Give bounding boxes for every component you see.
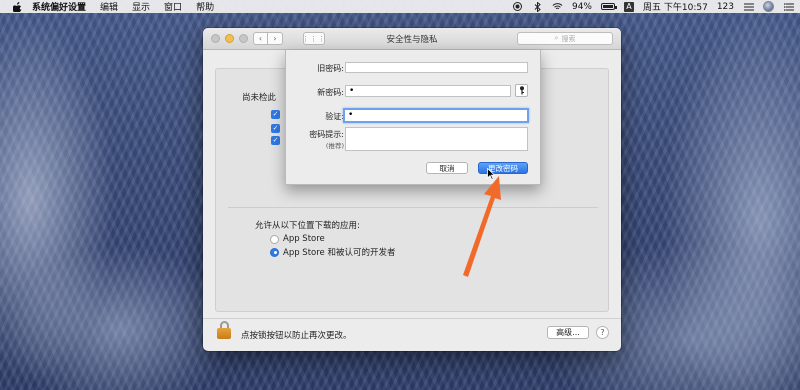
search-placeholder: 搜索: [561, 34, 576, 43]
checkbox-1[interactable]: ✓: [271, 110, 280, 119]
help-button[interactable]: ?: [596, 326, 609, 339]
search-input[interactable]: ⌕ 搜索: [517, 32, 613, 45]
verify-label: 验证:: [325, 112, 344, 121]
checkbox-3[interactable]: ✓: [271, 136, 280, 145]
old-password-field[interactable]: [345, 62, 528, 73]
password-hint-label: 密码提示:: [309, 130, 344, 139]
section-divider: [228, 207, 598, 208]
wifi-icon[interactable]: [552, 1, 563, 12]
change-password-button[interactable]: 更改密码: [478, 162, 528, 174]
advanced-button[interactable]: 高级...: [547, 326, 589, 339]
menu-view[interactable]: 显示: [132, 0, 150, 13]
input-source-icon[interactable]: A: [624, 1, 634, 12]
new-password-label: 新密码:: [317, 88, 344, 97]
radio-button-selected[interactable]: [270, 247, 279, 257]
window-titlebar: ‹ › ⋮⋮⋮ 安全性与隐私 ⌕ 搜索: [203, 28, 621, 50]
menu-help[interactable]: 帮助: [196, 0, 214, 13]
lock-instructions: 点按锁按钮以防止再次更改。: [241, 331, 352, 341]
radio-button[interactable]: [270, 234, 279, 244]
notification-center-icon[interactable]: [783, 1, 794, 12]
search-icon: ⌕: [554, 34, 559, 42]
radio-app-store-identified[interactable]: App Store 和被认可的开发者: [270, 246, 395, 258]
avatar[interactable]: [763, 1, 774, 12]
change-password-sheet: 旧密码: 新密码: • 验证: • 密码提示: (推荐) 取消 更改密码: [285, 50, 541, 185]
menu-extra-123[interactable]: 123: [717, 2, 734, 12]
footer-divider: [203, 318, 621, 319]
list-icon[interactable]: [743, 1, 754, 12]
battery-percent: 94%: [571, 1, 592, 12]
cancel-button[interactable]: 取消: [426, 162, 468, 174]
verify-field[interactable]: •: [343, 108, 529, 123]
menu-clock[interactable]: 周五 下午10:57: [643, 0, 708, 13]
menu-app-name[interactable]: 系统偏好设置: [32, 0, 86, 13]
partial-label: 尚未检此: [242, 93, 277, 103]
radio-label: App Store 和被认可的开发者: [283, 248, 396, 258]
radio-app-store[interactable]: App Store: [270, 234, 325, 244]
key-icon[interactable]: [515, 84, 528, 97]
apple-menu-icon[interactable]: [12, 1, 22, 12]
hint-recommended-label: (推荐): [325, 142, 344, 150]
record-icon[interactable]: [512, 1, 523, 12]
menu-edit[interactable]: 编辑: [100, 0, 118, 13]
checkbox-2[interactable]: ✓: [271, 124, 280, 133]
new-password-field[interactable]: •: [345, 85, 511, 97]
radio-label: App Store: [283, 234, 325, 244]
mouse-cursor-icon: [487, 168, 495, 180]
battery-icon[interactable]: [601, 3, 617, 10]
lock-icon[interactable]: [217, 321, 231, 339]
old-password-label: 旧密码:: [317, 64, 344, 73]
password-hint-field[interactable]: [345, 127, 528, 151]
allow-apps-label: 允许从以下位置下载的应用:: [255, 221, 360, 231]
menu-bar: 系统偏好设置 编辑 显示 窗口 帮助 94% A 周五 下午10:57 123: [0, 0, 800, 13]
menu-window[interactable]: 窗口: [164, 0, 182, 13]
bluetooth-icon[interactable]: [532, 1, 543, 12]
